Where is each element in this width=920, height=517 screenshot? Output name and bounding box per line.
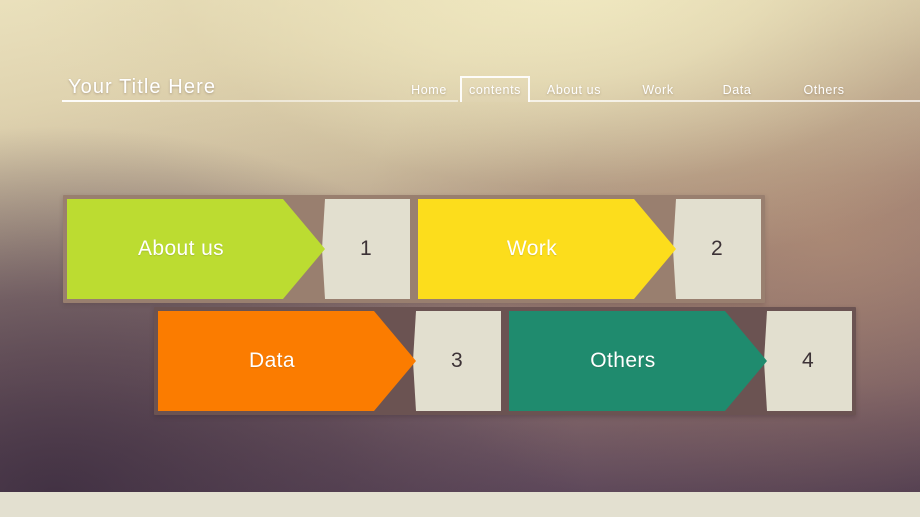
chevron-unit: 3 Data <box>158 311 501 411</box>
chevron-data[interactable]: Data <box>158 311 416 411</box>
chevron-number-badge[interactable]: 4 <box>764 311 852 411</box>
chevron-number: 1 <box>360 237 372 260</box>
chevron-label: Work <box>506 237 558 260</box>
page-title: Your Title Here <box>68 76 217 98</box>
chevron-number: 2 <box>711 237 723 260</box>
chevron-number-badge[interactable]: 1 <box>322 199 410 299</box>
content-row-1: 1 About us 2 Work <box>63 195 765 303</box>
main-navigation: Home contents About us Work Data Others <box>380 76 920 102</box>
chevron-unit: 1 About us <box>67 199 410 299</box>
chevron-label: Data <box>249 349 295 372</box>
chevron-number: 3 <box>451 349 463 372</box>
chevron-about-us[interactable]: About us <box>67 199 325 299</box>
slide-footer-bar <box>0 492 920 517</box>
nav-item-home[interactable]: Home <box>394 78 464 102</box>
chevron-number: 4 <box>802 349 814 372</box>
nav-item-contents[interactable]: contents <box>460 76 530 102</box>
chevron-unit: 4 Others <box>509 311 852 411</box>
chevron-number-badge[interactable]: 2 <box>673 199 761 299</box>
nav-item-data[interactable]: Data <box>705 78 769 102</box>
chevron-work[interactable]: Work <box>418 199 676 299</box>
nav-item-about-us[interactable]: About us <box>535 78 613 102</box>
chevron-label: Others <box>590 349 656 372</box>
content-row-2: 3 Data 4 Others <box>154 307 856 415</box>
nav-item-work[interactable]: Work <box>625 78 691 102</box>
nav-item-others[interactable]: Others <box>788 78 860 102</box>
slide-header: Your Title Here Home contents About us Work… <box>0 0 920 112</box>
chevron-others[interactable]: Others <box>509 311 767 411</box>
chevron-unit: 2 Work <box>418 199 761 299</box>
chevron-label: About us <box>137 237 225 260</box>
chevron-number-badge[interactable]: 3 <box>413 311 501 411</box>
header-rule-left <box>62 100 160 102</box>
